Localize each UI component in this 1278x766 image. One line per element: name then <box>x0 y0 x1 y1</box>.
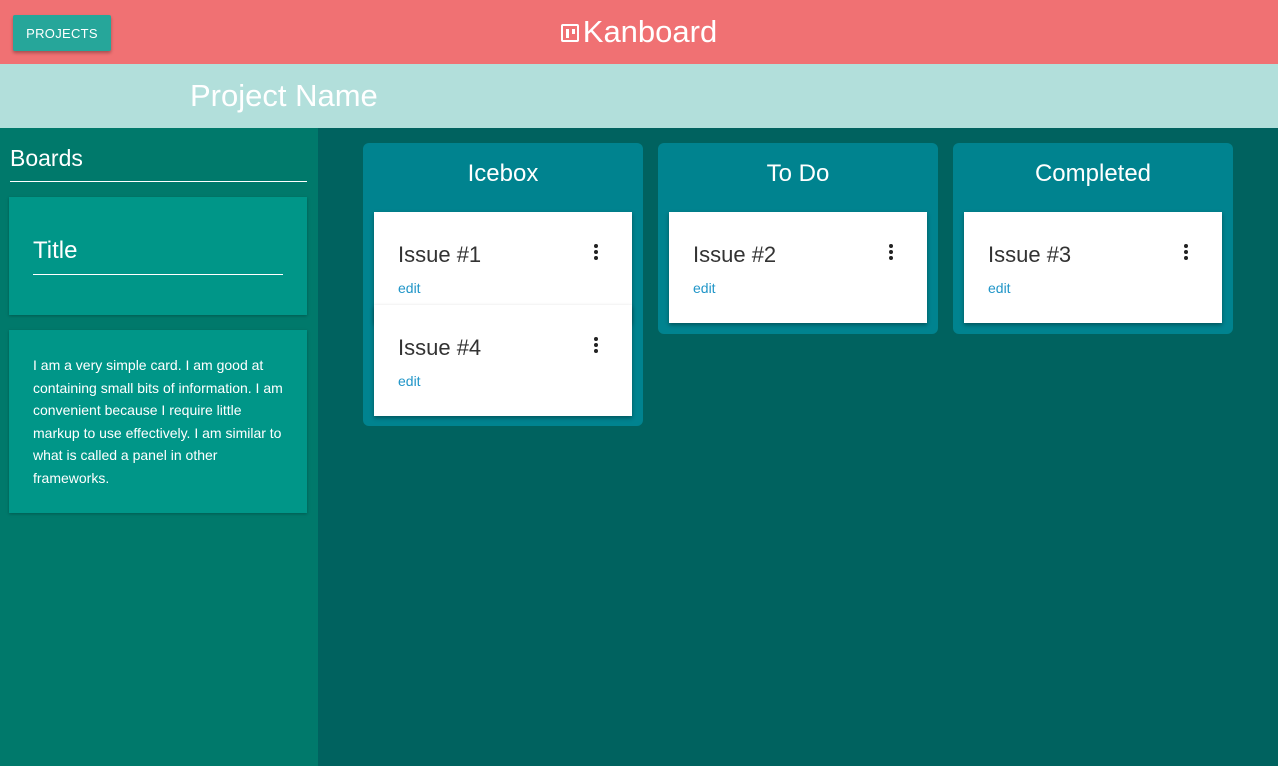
boards-heading: Boards <box>10 145 83 171</box>
project-name: Project Name <box>190 78 378 113</box>
board-title-divider <box>33 274 283 275</box>
issue-card[interactable]: Issue #3 edit <box>964 212 1222 323</box>
project-header: Project Name <box>0 64 1278 128</box>
column-title: Icebox <box>467 160 539 187</box>
column-title: Completed <box>1034 160 1152 187</box>
board-title-text: Title <box>33 237 78 264</box>
issue-card[interactable]: Issue #4 edit <box>374 305 632 416</box>
more-vertical-icon[interactable] <box>591 337 601 355</box>
issue-title: Issue #2 <box>693 242 777 267</box>
column-title: To Do <box>766 160 830 187</box>
info-card-text: I am a very simple card. I am good at co… <box>33 357 283 486</box>
issue-card[interactable]: Issue #2 edit <box>669 212 927 323</box>
boards-divider <box>10 181 307 182</box>
column-icebox: Icebox Issue #1 edit Issue #4 edit <box>363 143 643 426</box>
more-vertical-icon[interactable] <box>591 244 601 262</box>
issue-edit-link[interactable]: edit <box>398 280 421 296</box>
more-vertical-icon[interactable] <box>1181 244 1191 262</box>
trello-board-icon <box>560 24 579 42</box>
issue-edit-link[interactable]: edit <box>398 373 421 389</box>
info-card: I am a very simple card. I am good at co… <box>9 330 307 513</box>
column-completed: Completed Issue #3 edit <box>953 143 1233 334</box>
issue-edit-link[interactable]: edit <box>988 280 1011 296</box>
brand-logo[interactable]: Kanboard <box>0 14 1278 50</box>
column-todo: To Do Issue #2 edit <box>658 143 938 334</box>
boards-sidebar: Boards Title I am a very simple card. I … <box>0 128 318 766</box>
issue-title: Issue #3 <box>988 242 1072 267</box>
issue-edit-link[interactable]: edit <box>693 280 716 296</box>
board-title-card[interactable]: Title <box>9 197 307 315</box>
issue-title: Issue #1 <box>398 242 482 267</box>
issue-title: Issue #4 <box>398 335 482 360</box>
top-navbar: PROJECTS Kanboard <box>0 0 1278 64</box>
brand-name: Kanboard <box>582 14 718 49</box>
more-vertical-icon[interactable] <box>886 244 896 262</box>
